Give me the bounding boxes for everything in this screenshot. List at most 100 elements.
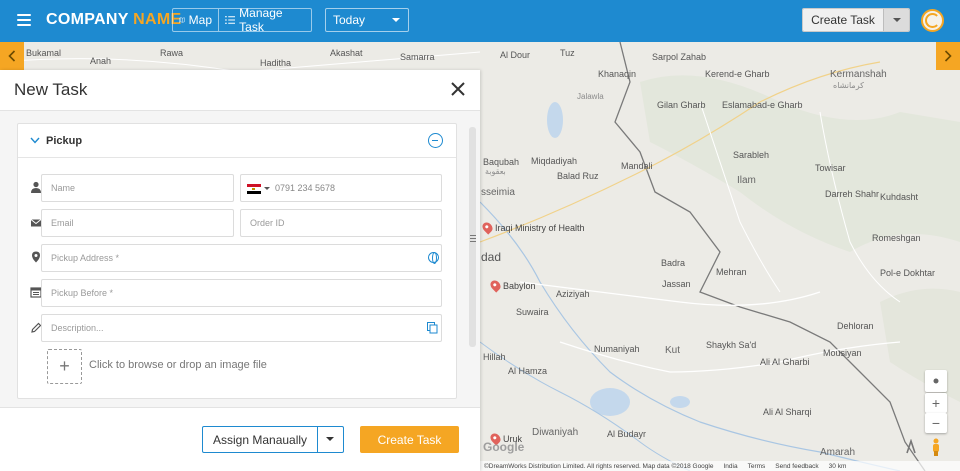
zoom-out-button[interactable]: −: [925, 413, 947, 433]
copy-icon[interactable]: [427, 322, 438, 334]
map-label: کرمانشاه: [833, 81, 864, 90]
upload-instruction[interactable]: Click to browse or drop an image file: [89, 359, 267, 371]
map-label: Darreh Shahr: [825, 189, 880, 199]
assign-dropdown-toggle[interactable]: [317, 427, 343, 452]
create-task-button[interactable]: Create Task: [360, 426, 459, 453]
map-label: Romeshgan: [872, 233, 921, 243]
plus-icon: +: [931, 395, 941, 411]
map-label: Kerend-e Gharb: [705, 69, 770, 79]
map-label: Badra: [661, 258, 686, 268]
create-task-top-button[interactable]: Create Task: [803, 9, 883, 31]
map-prev-arrow[interactable]: [0, 42, 24, 70]
map-pin-icon: [488, 278, 503, 293]
map-label: Al Hamza: [508, 366, 548, 376]
panel-resize-handle[interactable]: [470, 235, 476, 243]
panel-title: New Task: [14, 80, 88, 99]
form-scroll-area[interactable]: Pickup Name 0791 234 5678 Email Order ID…: [0, 110, 480, 408]
location-target-icon: [933, 378, 939, 384]
brand-text-company: COMPANY: [46, 11, 129, 28]
attribution-region-link[interactable]: India: [723, 463, 737, 470]
map-view-button[interactable]: Map: [173, 9, 219, 31]
create-task-dropdown-toggle[interactable]: [883, 9, 909, 31]
map-label: Khanaqin: [598, 69, 637, 79]
map-label-city-partial: dad: [481, 250, 502, 264]
view-toggle: Map Manage Task: [172, 6, 312, 34]
panel-footer: Assign Manaually Create Task: [0, 408, 480, 471]
map-label: Jalawla: [577, 92, 604, 101]
plus-icon: +: [59, 356, 70, 376]
hamburger-menu-icon[interactable]: [17, 14, 31, 26]
map-label: Samarra: [400, 52, 435, 62]
order-id-input[interactable]: [240, 209, 442, 237]
manage-task-button[interactable]: Manage Task: [219, 6, 311, 34]
street-view-pegman[interactable]: [925, 436, 947, 458]
chevron-left-icon: [8, 50, 16, 62]
phone-field: [240, 174, 442, 202]
chevron-down-icon: [392, 18, 400, 22]
map-label: Gilan Gharb: [657, 100, 706, 110]
map-label: Diwaniyah: [532, 427, 579, 438]
map-label: Ali Al Gharbi: [760, 357, 810, 367]
rotate-icon: [906, 439, 916, 454]
chevron-right-icon: [944, 50, 952, 62]
map-view-label: Map: [188, 13, 212, 27]
assign-split-button: Assign Manaually: [202, 426, 344, 453]
send-feedback-link[interactable]: Send feedback: [775, 463, 818, 470]
phone-input[interactable]: [275, 178, 435, 198]
map-label: Dehloran: [837, 321, 874, 331]
map-label-city-partial: sseimia: [481, 187, 515, 198]
date-filter-select[interactable]: Today: [325, 8, 409, 32]
map-pin-icon: [480, 220, 495, 235]
map-label: Baqubah: [483, 157, 520, 167]
close-icon[interactable]: [450, 81, 466, 97]
map-rotate-button[interactable]: [900, 436, 922, 458]
country-dropdown-chevron-icon[interactable]: [264, 187, 270, 190]
pickup-section-card: Pickup Name 0791 234 5678 Email Order ID…: [17, 123, 457, 399]
map-label: Anah: [90, 56, 112, 66]
poi-marker[interactable]: Iraqi Ministry of Health: [480, 220, 585, 235]
map-label: Numaniyah: [594, 344, 640, 354]
scale-bar[interactable]: 30 km: [829, 463, 847, 470]
map-label: Jassan: [662, 279, 691, 289]
new-task-panel: New Task Pickup Name 0791 234 5678 Email…: [0, 70, 480, 471]
country-flag-icon[interactable]: [247, 184, 261, 194]
map-label: Mandali: [621, 161, 653, 171]
attribution-text: ©DreamWorks Distribution Limited. All ri…: [484, 462, 714, 470]
email-input[interactable]: [41, 209, 234, 237]
map-label: Rawa: [160, 48, 184, 58]
map-label: Eslamabad-e Gharb: [722, 100, 803, 110]
google-logo: Google: [483, 440, 525, 454]
assign-manually-button[interactable]: Assign Manaually: [203, 427, 317, 452]
map-label: Akashat: [330, 48, 363, 58]
pegman-icon: [933, 438, 939, 456]
map-label: Al Budayr: [607, 429, 647, 439]
globe-icon[interactable]: [428, 252, 439, 264]
zoom-in-button[interactable]: +: [925, 393, 947, 413]
poi-label: Iraqi Ministry of Health: [495, 222, 585, 233]
pickup-before-input[interactable]: [41, 279, 442, 307]
my-location-button[interactable]: [925, 370, 947, 392]
form-scrollbar[interactable]: [469, 127, 476, 407]
map-label: Al Dour: [500, 50, 531, 60]
poi-marker[interactable]: Babylon: [488, 278, 536, 293]
name-input[interactable]: [41, 174, 234, 202]
map-label: Mousiyan: [823, 348, 862, 358]
map-label: Bukamal: [26, 48, 62, 58]
map-attribution: ©DreamWorks Distribution Limited. All ri…: [480, 461, 960, 471]
terms-link[interactable]: Terms: [748, 463, 766, 470]
description-input[interactable]: [41, 314, 442, 342]
image-upload-dropzone[interactable]: +: [47, 349, 82, 384]
brand-logo: COMPANY NAME: [46, 11, 181, 29]
map-label: Miqdadiyah: [531, 156, 578, 166]
pickup-address-input[interactable]: [41, 244, 442, 272]
map-label: Suwaira: [516, 307, 549, 317]
map-label: Ilam: [737, 175, 756, 186]
map-label: Aziziyah: [556, 289, 590, 299]
map-next-arrow[interactable]: [936, 42, 960, 70]
collapse-section-icon[interactable]: [428, 133, 443, 148]
map-label: Towisar: [815, 163, 846, 173]
chevron-down-icon[interactable]: [30, 137, 40, 144]
top-bar: COMPANY NAME Map Manage Task Today Creat…: [0, 0, 960, 42]
user-avatar[interactable]: [921, 9, 944, 32]
pickup-section-header[interactable]: Pickup: [18, 124, 456, 158]
